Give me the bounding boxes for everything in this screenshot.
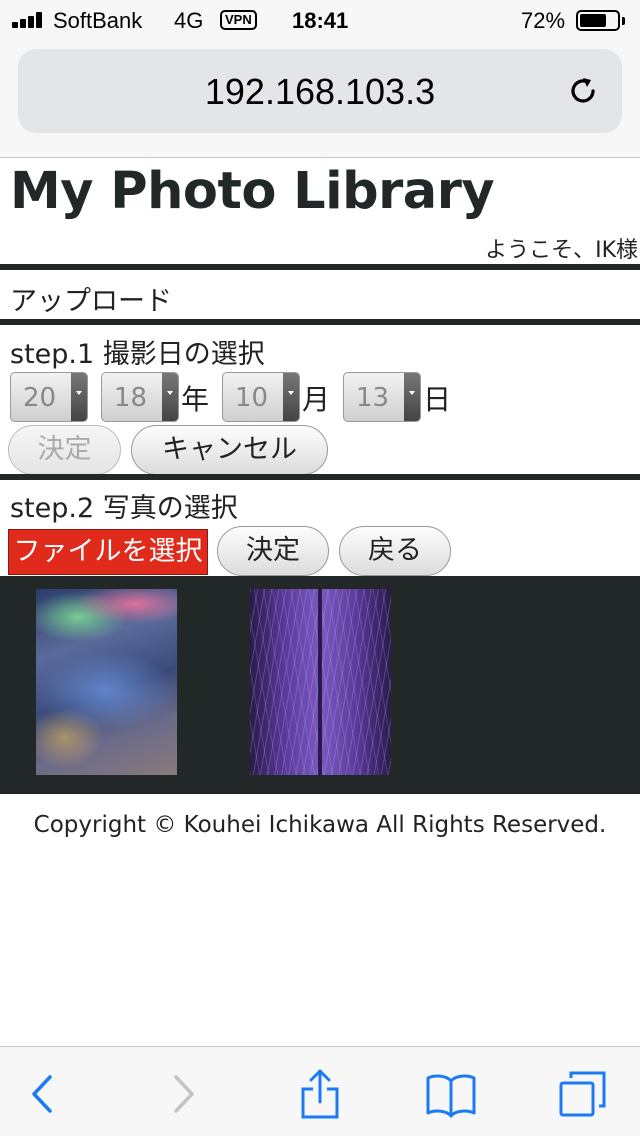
copyright-footer: Copyright © Kouhei Ichikawa All Rights R… xyxy=(33,812,607,838)
year-select[interactable]: 18 xyxy=(101,372,179,422)
year-unit: 年 xyxy=(181,383,210,416)
month-select[interactable]: 10 xyxy=(222,372,300,422)
upload-heading: アップロード xyxy=(10,286,172,317)
back-icon[interactable] xyxy=(18,1069,68,1119)
back-button[interactable]: 戻る xyxy=(339,526,451,576)
signal-strength-icon xyxy=(12,12,48,28)
divider xyxy=(0,264,640,270)
browser-toolbar xyxy=(0,1046,640,1136)
battery-cap xyxy=(622,17,625,25)
month-value: 10 xyxy=(235,383,269,413)
photo-thumbnail[interactable] xyxy=(250,589,391,775)
vpn-badge: VPN xyxy=(220,10,257,30)
tabs-icon[interactable] xyxy=(558,1069,608,1119)
browser-header: 192.168.103.3 xyxy=(0,40,640,158)
cancel-button[interactable]: キャンセル xyxy=(131,425,328,475)
clock: 18:41 xyxy=(292,8,349,33)
year-century-select[interactable]: 20 xyxy=(10,372,88,422)
day-unit: 日 xyxy=(423,383,452,416)
photo-gallery xyxy=(0,576,640,794)
reload-icon[interactable] xyxy=(566,74,600,108)
forward-icon xyxy=(174,1075,194,1113)
battery-percent: 72% xyxy=(521,8,566,33)
welcome-message: ようこそ、IK様 xyxy=(485,238,638,263)
photo-thumbnail[interactable] xyxy=(36,589,177,775)
divider xyxy=(0,319,640,325)
chevron-down-icon xyxy=(283,373,299,421)
year-century-value: 20 xyxy=(23,383,57,413)
bookmarks-icon[interactable] xyxy=(426,1069,476,1119)
date-confirm-button[interactable]: 決定 xyxy=(8,425,121,475)
chevron-down-icon xyxy=(71,373,87,421)
month-unit: 月 xyxy=(302,383,331,416)
chevron-down-icon xyxy=(404,373,420,421)
battery-level-fill xyxy=(580,14,606,27)
battery-icon xyxy=(576,10,620,31)
choose-file-button[interactable]: ファイルを選択 xyxy=(8,529,208,575)
step1-heading: step.1 撮影日の選択 xyxy=(10,339,265,370)
year-value: 18 xyxy=(114,383,148,413)
status-bar: SoftBank 4G VPN 18:41 72% xyxy=(0,0,640,40)
divider xyxy=(0,474,640,480)
day-value: 13 xyxy=(356,383,390,413)
step2-heading: step.2 写真の選択 xyxy=(10,493,238,524)
day-select[interactable]: 13 xyxy=(343,372,421,422)
carrier-name: SoftBank xyxy=(53,8,143,33)
url-text[interactable]: 192.168.103.3 xyxy=(18,71,622,113)
network-type: 4G xyxy=(174,8,204,33)
share-icon[interactable] xyxy=(295,1069,345,1119)
address-bar[interactable]: 192.168.103.3 xyxy=(18,49,622,133)
page-title: My Photo Library xyxy=(10,162,495,221)
photo-confirm-button[interactable]: 決定 xyxy=(217,526,329,576)
chevron-down-icon xyxy=(162,373,178,421)
